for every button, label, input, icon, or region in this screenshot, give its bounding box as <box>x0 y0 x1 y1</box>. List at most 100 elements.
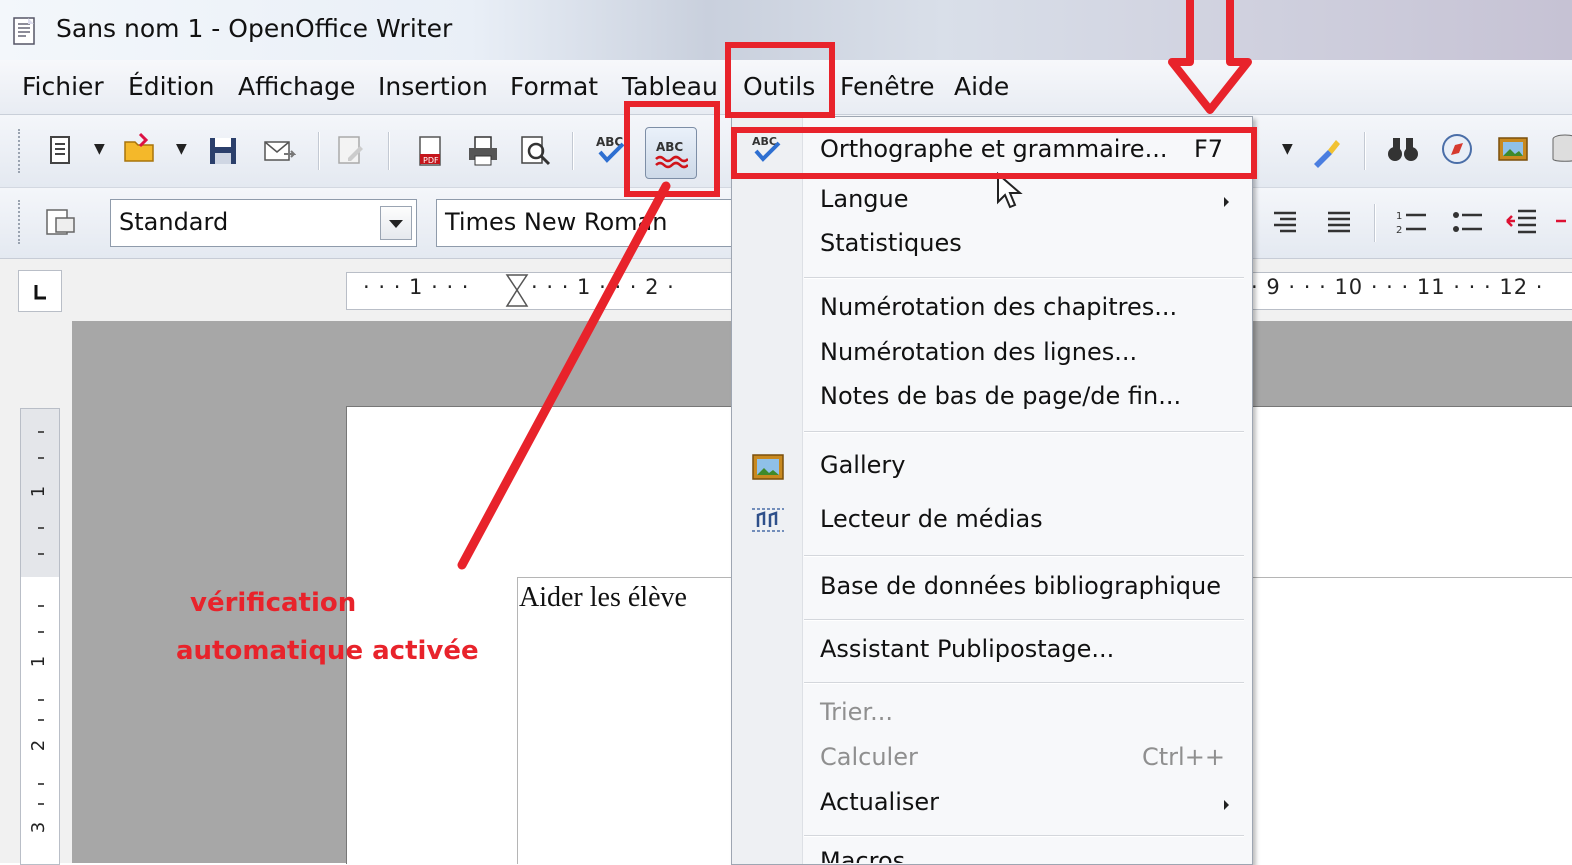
menu-item-bibliographie[interactable]: Base de données bibliographique <box>820 572 1221 600</box>
menu-fenetre[interactable]: Fenêtre <box>840 72 935 101</box>
open-folder-icon[interactable] <box>122 132 156 166</box>
tab-stop-selector[interactable] <box>18 270 62 312</box>
ruler-tick <box>38 699 44 701</box>
font-name-select[interactable]: Times New Roman <box>436 199 758 247</box>
ruler-tick <box>38 431 44 433</box>
highlight-orthographe-box <box>731 127 1257 179</box>
edit-file-icon[interactable] <box>334 134 368 168</box>
gallery-icon[interactable] <box>1496 132 1530 166</box>
email-icon[interactable] <box>262 134 296 168</box>
ruler-tick <box>38 605 44 607</box>
menu-item-statistiques[interactable]: Statistiques <box>820 229 962 257</box>
ruler-tick <box>38 719 44 721</box>
vruler-label: 1 <box>28 655 50 668</box>
vruler-label: 3 <box>28 821 50 834</box>
toolbar-separator <box>1374 204 1376 242</box>
toolbar-grip[interactable] <box>18 200 24 244</box>
paragraph-style-select[interactable]: Standard <box>110 199 417 247</box>
menu-insertion[interactable]: Insertion <box>378 72 488 101</box>
menu-item-trier: Trier... <box>820 698 893 726</box>
align-right-icon[interactable] <box>1268 205 1302 239</box>
menu-icon-gutter <box>732 117 803 864</box>
menu-item-macros[interactable]: Macros <box>820 848 905 863</box>
increase-indent-icon[interactable] <box>1554 205 1572 239</box>
annotation-text-line2: automatique activée <box>176 636 479 666</box>
vruler-label: 2 <box>28 739 50 752</box>
menu-item-numerotation-lignes[interactable]: Numérotation des lignes... <box>820 338 1137 366</box>
menu-aide[interactable]: Aide <box>954 72 1009 101</box>
menu-separator <box>804 431 1244 433</box>
ruler-tick <box>38 527 44 529</box>
highlight-autospell-box <box>624 101 720 197</box>
chevron-down-icon[interactable]: ▼ <box>176 141 187 157</box>
menu-item-publipostage[interactable]: Assistant Publipostage... <box>820 635 1114 663</box>
menu-separator <box>804 277 1244 279</box>
find-binoculars-icon[interactable] <box>1386 132 1420 166</box>
menu-affichage[interactable]: Affichage <box>238 72 355 101</box>
justify-icon[interactable] <box>1322 205 1356 239</box>
ruler-labels-mid: · · · 1 · · · 2 · <box>531 275 675 299</box>
gallery-icon <box>752 454 784 480</box>
menu-format[interactable]: Format <box>510 72 598 101</box>
menu-item-gallery[interactable]: Gallery <box>820 451 905 479</box>
menu-separator <box>804 682 1244 684</box>
print-icon[interactable] <box>466 134 500 168</box>
highlight-outils-box <box>725 42 835 118</box>
submenu-arrow-icon <box>1224 197 1229 207</box>
svg-text:PDF: PDF <box>423 156 439 165</box>
numbering-icon[interactable]: 12 <box>1394 205 1428 239</box>
bullets-icon[interactable] <box>1450 205 1484 239</box>
spellcheck-icon[interactable]: ABC <box>594 132 628 166</box>
ruler-tick <box>38 457 44 459</box>
menu-separator <box>804 555 1244 557</box>
ruler-tick <box>38 803 44 805</box>
menu-item-calculer: Calculer <box>820 743 918 771</box>
vertical-ruler-area: 1 1 2 3 <box>0 321 72 865</box>
ruler-labels-left: · · · 1 · · · <box>363 275 470 299</box>
save-icon[interactable] <box>206 134 240 168</box>
menu-edition[interactable]: Édition <box>128 72 215 101</box>
indent-marker-icon[interactable] <box>503 273 531 309</box>
menu-item-actualiser[interactable]: Actualiser <box>820 788 939 816</box>
ruler-labels-right: · 9 · · · 10 · · · 11 · · · 12 · <box>1251 275 1544 299</box>
database-icon[interactable] <box>1548 132 1572 166</box>
format-paintbrush-icon[interactable] <box>1310 134 1344 168</box>
tools-menu: ABC Orthographe et grammaire... F7 Langu… <box>731 116 1253 865</box>
toolbar-separator <box>318 132 320 170</box>
styles-formatting-icon[interactable] <box>44 206 78 240</box>
toolbar-separator <box>1364 132 1366 170</box>
vertical-ruler[interactable]: 1 1 2 3 <box>20 408 60 865</box>
export-pdf-icon[interactable]: PDF <box>414 134 448 168</box>
chevron-down-icon[interactable]: ▼ <box>1282 141 1293 157</box>
tab-left-icon <box>34 285 46 300</box>
menu-separator <box>804 619 1244 621</box>
writer-app-icon <box>13 17 35 45</box>
svg-text:2: 2 <box>1396 225 1402 236</box>
media-player-icon <box>752 508 784 532</box>
submenu-arrow-icon <box>1224 800 1229 810</box>
document-text[interactable]: Aider les élève <box>519 582 687 614</box>
menu-item-langue[interactable]: Langue <box>820 185 909 213</box>
paragraph-style-value: Standard <box>119 208 229 236</box>
annotation-text-line1: vérification <box>190 588 357 618</box>
menu-item-lecteur-medias[interactable]: Lecteur de médias <box>820 505 1043 533</box>
menu-fichier[interactable]: Fichier <box>22 72 104 101</box>
window-title: Sans nom 1 - OpenOffice Writer <box>56 14 453 43</box>
chevron-down-icon[interactable] <box>380 206 412 240</box>
toolbar-separator <box>388 132 390 170</box>
decrease-indent-icon[interactable] <box>1504 205 1538 239</box>
navigator-compass-icon[interactable] <box>1440 132 1474 166</box>
svg-text:1: 1 <box>1396 211 1402 222</box>
menu-item-notes[interactable]: Notes de bas de page/de fin... <box>820 382 1181 410</box>
toolbar-separator <box>572 132 574 170</box>
ruler-tick <box>38 553 44 555</box>
vruler-label: 1 <box>28 485 50 498</box>
menu-tableau[interactable]: Tableau <box>622 72 718 101</box>
menu-separator <box>804 835 1244 837</box>
new-document-icon[interactable] <box>44 134 78 168</box>
toolbar-grip[interactable] <box>18 129 24 173</box>
ruler-tick <box>38 631 44 633</box>
print-preview-icon[interactable] <box>518 134 552 168</box>
menu-item-numerotation-chapitres[interactable]: Numérotation des chapitres... <box>820 293 1177 321</box>
chevron-down-icon[interactable]: ▼ <box>94 141 105 157</box>
